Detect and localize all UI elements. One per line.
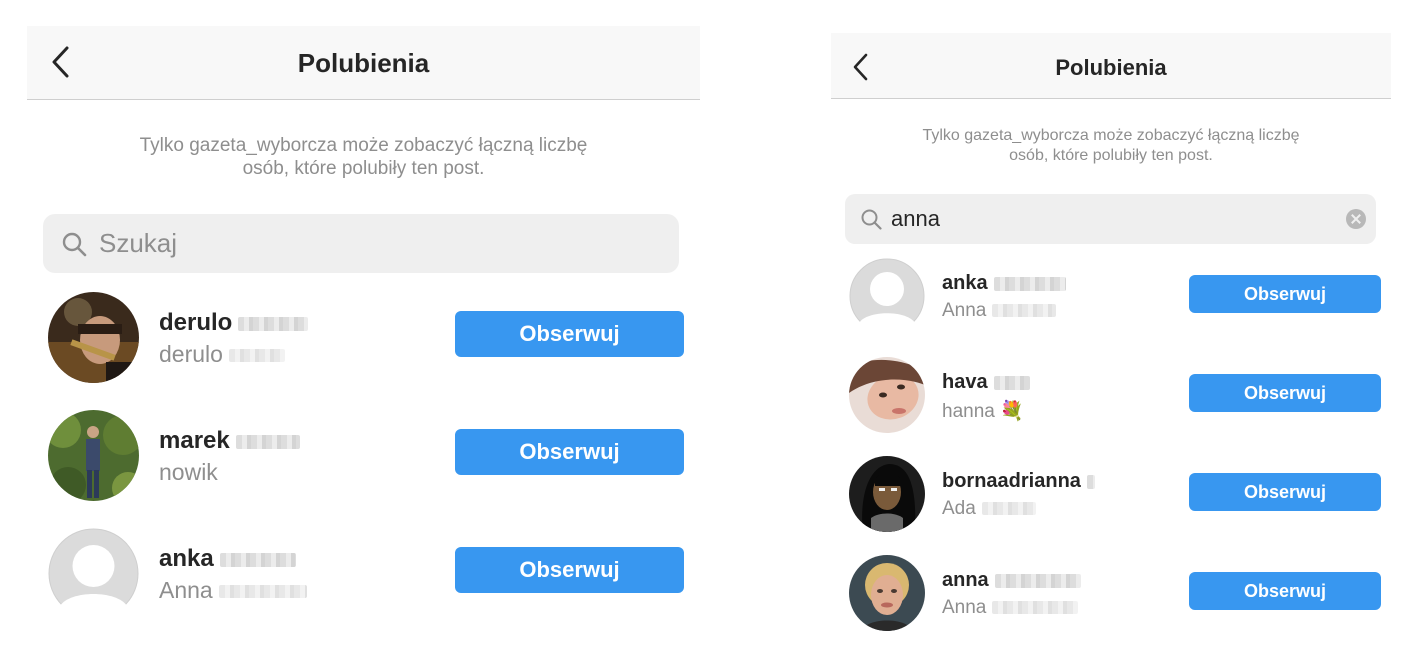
avatar[interactable] (849, 357, 925, 433)
list-item[interactable]: anka Anna Obserwuj (27, 528, 700, 620)
likes-notice: Tylko gazeta_wyborcza może zobaczyć łącz… (139, 135, 588, 179)
clear-icon[interactable] (1346, 209, 1366, 229)
full-name: Anna (942, 300, 1057, 322)
search-input[interactable] (99, 214, 659, 273)
full-name: Anna (159, 577, 307, 604)
full-name: Anna (942, 597, 1079, 619)
page-title: Polubienia (297, 48, 430, 78)
list-item[interactable]: anka Anna Obserwuj (831, 258, 1391, 336)
likes-notice: Tylko gazeta_wyborcza może zobaczyć łącz… (922, 127, 1300, 164)
default-avatar-icon (849, 258, 925, 334)
header: Polubienia (27, 26, 700, 100)
avatar[interactable] (849, 456, 925, 532)
search-icon (861, 209, 882, 230)
follow-button[interactable]: Obserwuj (1189, 572, 1381, 610)
search-bar[interactable] (845, 194, 1376, 244)
list-item[interactable]: hava hanna 💐 Obserwuj (831, 357, 1391, 435)
list-item[interactable]: bornaadrianna Ada Obserwuj (831, 456, 1391, 534)
full-name: Ada (942, 498, 1036, 520)
list-item[interactable]: marek nowik Obserwuj (27, 410, 700, 502)
page-title: Polubienia (1055, 55, 1167, 80)
likes-screen-right: Polubienia Tylko gazeta_wyborcza może zo… (831, 0, 1391, 657)
follow-button[interactable]: Obserwuj (455, 311, 684, 357)
username[interactable]: marek (159, 427, 300, 455)
avatar[interactable] (48, 292, 139, 383)
username[interactable]: bornaadrianna (942, 470, 1095, 493)
list-item[interactable]: anna Anna Obserwuj (831, 555, 1391, 633)
list-item[interactable]: derulo derulo Obserwuj (27, 292, 700, 384)
username[interactable]: hava (942, 371, 1030, 394)
follow-button[interactable]: Obserwuj (1189, 473, 1381, 511)
avatar[interactable] (849, 555, 925, 631)
search-icon (62, 232, 87, 257)
search-input[interactable] (891, 194, 1331, 244)
follow-button[interactable]: Obserwuj (455, 429, 684, 475)
full-name: derulo (159, 341, 285, 368)
full-name: nowik (159, 459, 218, 485)
avatar[interactable] (849, 258, 925, 334)
username[interactable]: anka (942, 272, 1066, 295)
follow-button[interactable]: Obserwuj (1189, 374, 1381, 412)
follow-button[interactable]: Obserwuj (455, 547, 684, 593)
full-name: hanna 💐 (942, 401, 1024, 422)
username[interactable]: derulo (159, 309, 309, 337)
search-bar[interactable] (43, 214, 679, 273)
username[interactable]: anka (159, 545, 296, 573)
default-avatar-icon (48, 528, 139, 619)
username[interactable]: anna (942, 569, 1081, 592)
follow-button[interactable]: Obserwuj (1189, 275, 1381, 313)
avatar[interactable] (48, 410, 139, 501)
header: Polubienia (831, 33, 1391, 99)
avatar[interactable] (48, 528, 139, 619)
likes-screen-left: Polubienia Tylko gazeta_wyborcza może zo… (27, 0, 700, 657)
